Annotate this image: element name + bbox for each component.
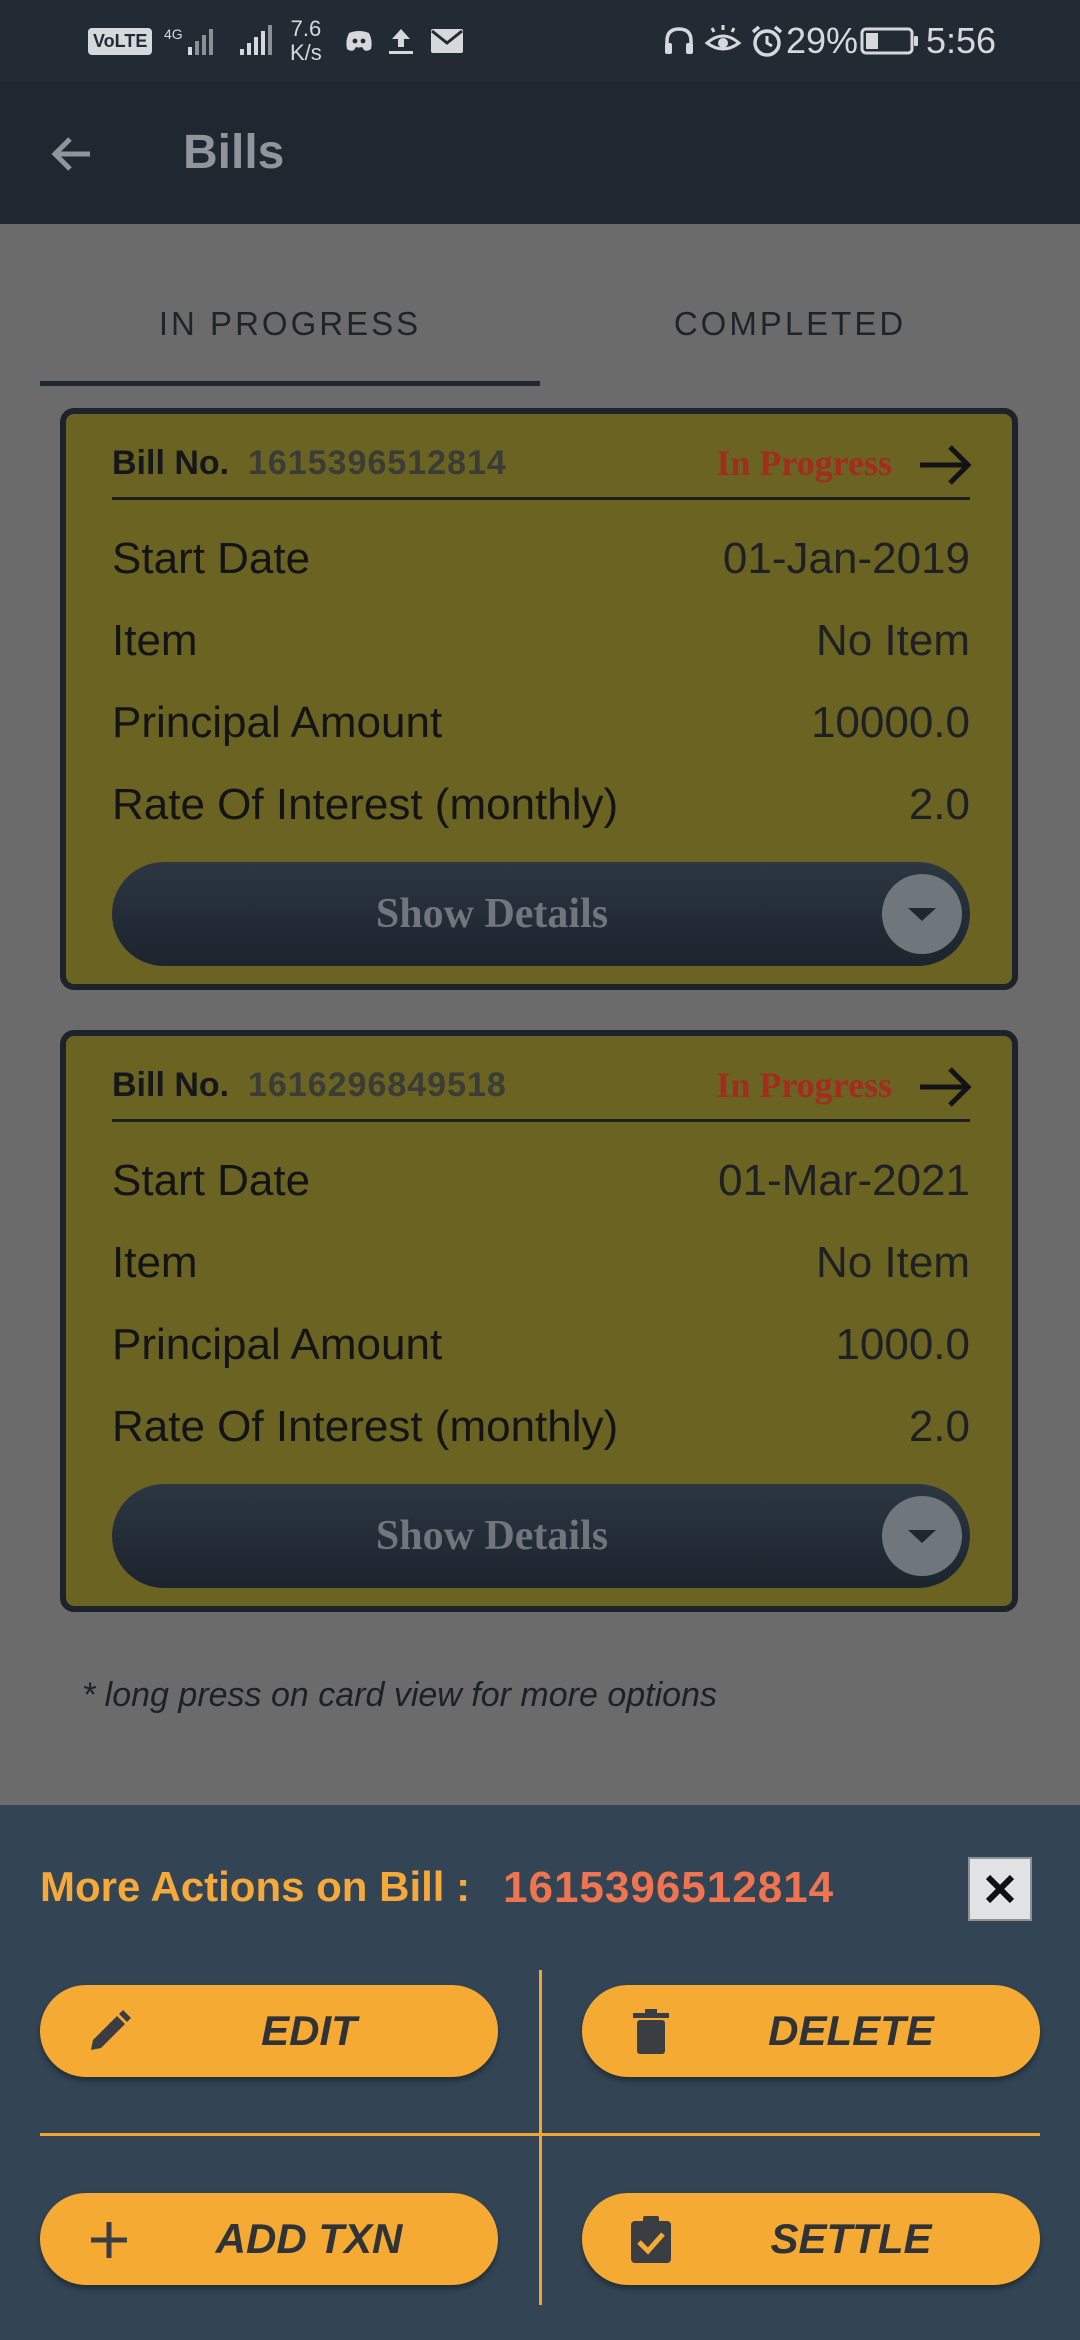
clock: 5:56 (926, 20, 997, 61)
settle-button[interactable]: SETTLE (582, 2193, 1040, 2285)
sheet-bill-number: 1615396512814 (503, 1863, 835, 1912)
interest-row: Rate Of Interest (monthly) 2.0 (112, 780, 970, 840)
show-details-label: Show Details (375, 1513, 609, 1559)
vertical-divider (539, 1970, 542, 2305)
open-bill-arrow-icon[interactable] (916, 438, 976, 492)
close-button[interactable] (968, 1857, 1032, 1921)
battery-percent: 29% (786, 20, 859, 61)
discord-icon (344, 0, 374, 82)
upload-icon (386, 0, 416, 82)
item-row: Item No Item (112, 616, 970, 676)
tab-indicator (40, 381, 540, 386)
bill-card[interactable]: Bill No. 1616296849518 In Progress Start… (60, 1030, 1018, 1612)
start-date-row: Start Date 01-Mar-2021 (112, 1156, 970, 1216)
item-row: Item No Item (112, 1238, 970, 1298)
start-date-label: Start Date (112, 534, 311, 583)
principal-label: Principal Amount (112, 698, 443, 747)
bill-no-label: Bill No. (112, 1066, 230, 1104)
item-label: Item (112, 1238, 198, 1287)
item-value: No Item (815, 616, 970, 665)
chevron-down-icon (882, 1496, 962, 1576)
start-date-value: 01-Mar-2021 (718, 1156, 970, 1205)
interest-label: Rate Of Interest (monthly) (112, 780, 619, 829)
bill-card-header: Bill No. 1616296849518 In Progress (112, 1060, 972, 1122)
app-bar: Bills (0, 82, 1080, 224)
delete-button[interactable]: DELETE (582, 1985, 1040, 2077)
show-details-button[interactable]: Show Details (112, 1484, 970, 1588)
principal-value: 10000.0 (810, 698, 970, 747)
settle-label: SETTLE (770, 2215, 932, 2262)
interest-value: 2.0 (908, 1402, 970, 1451)
back-arrow-icon (51, 137, 90, 171)
eye-comfort-icon (704, 0, 742, 82)
open-bill-arrow-icon[interactable] (916, 1060, 976, 1114)
battery-icon (860, 0, 920, 82)
signal-icon (238, 0, 274, 82)
speed-unit: K/s (290, 40, 322, 65)
bill-card-header: Bill No. 1615396512814 In Progress (112, 438, 972, 500)
horizontal-divider (40, 2133, 1040, 2136)
show-details-button[interactable]: Show Details (112, 862, 970, 966)
bill-card[interactable]: Bill No. 1615396512814 In Progress Start… (60, 408, 1018, 990)
sheet-title: More Actions on Bill : (40, 1863, 471, 1910)
page-title: Bills (183, 126, 285, 179)
chevron-down-icon (882, 874, 962, 954)
bill-status: In Progress (716, 443, 892, 483)
headset-icon (662, 0, 696, 82)
principal-row: Principal Amount 10000.0 (112, 698, 970, 758)
item-value: No Item (815, 1238, 970, 1287)
back-button[interactable] (40, 122, 104, 186)
volte-indicator: VoLTE (88, 0, 153, 82)
speed-value: 7.6 (290, 16, 322, 41)
volte-badge: VoLTE (88, 27, 153, 55)
interest-row: Rate Of Interest (monthly) 2.0 (112, 1402, 970, 1462)
close-icon (985, 1874, 1015, 1904)
interest-value: 2.0 (908, 780, 970, 829)
bill-no-value: 1615396512814 (248, 444, 507, 482)
tab-bar: IN PROGRESS COMPLETED (40, 284, 1040, 374)
principal-row: Principal Amount 1000.0 (112, 1320, 970, 1380)
bills-content: IN PROGRESS COMPLETED Bill No. 161539651… (0, 224, 1080, 1804)
edit-label: EDIT (261, 2007, 357, 2054)
add-txn-label: ADD TXN (215, 2215, 403, 2262)
tab-in-progress[interactable]: IN PROGRESS (40, 284, 540, 374)
bill-no-value: 1616296849518 (248, 1066, 507, 1104)
item-label: Item (112, 616, 198, 665)
bill-no-label: Bill No. (112, 444, 230, 482)
interest-label: Rate Of Interest (monthly) (112, 1402, 619, 1451)
network-type-label: 4G (164, 26, 183, 42)
mail-icon (430, 0, 464, 82)
show-details-label: Show Details (375, 891, 609, 937)
principal-label: Principal Amount (112, 1320, 443, 1369)
more-actions-sheet: More Actions on Bill : 1615396512814 EDI… (0, 1805, 1080, 2340)
bill-status: In Progress (716, 1065, 892, 1105)
network-speed: 7.6 K/s (290, 0, 322, 82)
tab-completed[interactable]: COMPLETED (540, 284, 1040, 374)
alarm-icon (750, 0, 784, 82)
start-date-value: 01-Jan-2019 (722, 534, 970, 583)
status-bar: VoLTE 4G 7.6 K/s 29% 5:56 (0, 0, 1080, 82)
start-date-row: Start Date 01-Jan-2019 (112, 534, 970, 594)
start-date-label: Start Date (112, 1156, 311, 1205)
edit-button[interactable]: EDIT (40, 1985, 498, 2077)
long-press-hint: * long press on card view for more optio… (82, 1676, 717, 1714)
delete-label: DELETE (768, 2007, 934, 2054)
add-txn-button[interactable]: ADD TXN (40, 2193, 498, 2285)
signal-4g-icon: 4G (160, 0, 220, 82)
principal-value: 1000.0 (835, 1320, 970, 1369)
